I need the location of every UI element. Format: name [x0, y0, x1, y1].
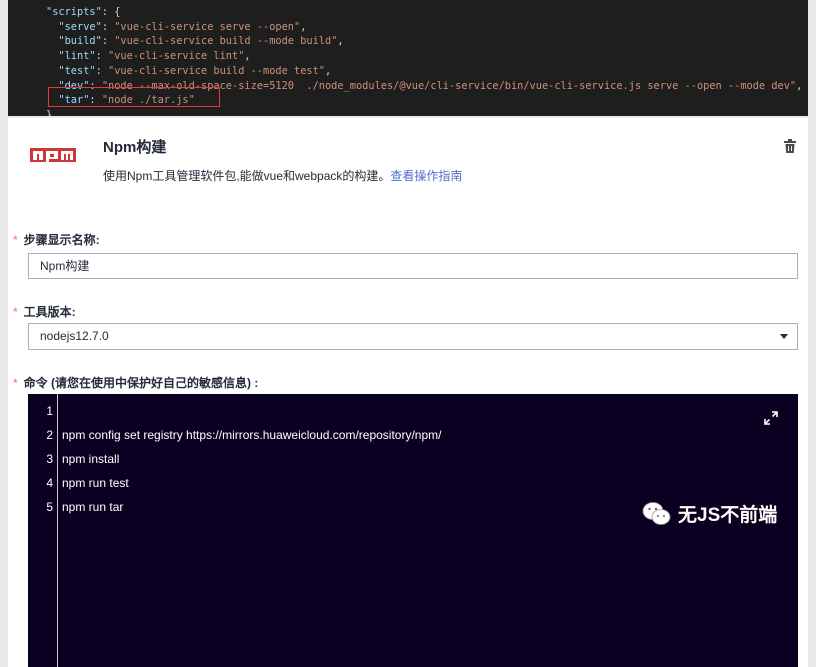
- json-value: "vue-cli-service build --mode build": [114, 35, 338, 48]
- code-snippet-line: "build": "vue-cli-service build --mode b…: [58, 35, 344, 48]
- required-mark: *: [13, 376, 18, 390]
- command-label: * 命令 (请您在使用中保护好自己的敏感信息) :: [13, 376, 259, 390]
- code-snippet-line: "lint": "vue-cli-service lint",: [58, 50, 251, 63]
- step-name-input[interactable]: Npm构建: [28, 253, 798, 279]
- npm-build-step-card: Npm构建 使用Npm工具管理软件包,能做vue和webpack的构建。查看操作…: [8, 118, 808, 667]
- json-value: "vue-cli-service lint": [108, 50, 245, 63]
- json-key: "serve": [58, 20, 102, 33]
- code-line[interactable]: npm run tar: [62, 500, 123, 514]
- code-snippet-line: "scripts": {: [46, 6, 121, 18]
- code-snippet-line: "serve": "vue-cli-service serve --open",: [58, 20, 307, 33]
- line-number: 5: [46, 500, 53, 514]
- step-description: 使用Npm工具管理软件包,能做vue和webpack的构建。查看操作指南: [103, 167, 462, 184]
- package-json-snippet: "scripts": { "serve": "vue-cli-service s…: [8, 0, 808, 116]
- json-value: "vue-cli-service serve --open": [114, 20, 301, 33]
- watermark-text: 无JS不前端: [678, 505, 778, 526]
- json-value: }: [46, 108, 53, 116]
- step-title: Npm构建: [103, 139, 167, 156]
- wechat-icon: [642, 501, 671, 525]
- guide-link[interactable]: 查看操作指南: [390, 169, 462, 183]
- tool-version-select[interactable]: nodejs12.7.0: [28, 323, 798, 350]
- code-snippet-line: }: [46, 108, 808, 116]
- json-key: "scripts": [46, 6, 102, 18]
- tar-highlight-box: [48, 87, 220, 107]
- line-number-gutter: 1 2 3 4 5: [28, 394, 58, 667]
- code-line[interactable]: npm install: [62, 452, 119, 466]
- line-number: 3: [46, 452, 53, 466]
- line-number: 2: [46, 428, 53, 442]
- line-number: 4: [46, 476, 53, 490]
- code-line[interactable]: npm run test: [62, 476, 129, 490]
- tool-version-value: nodejs12.7.0: [40, 329, 109, 343]
- required-mark: *: [13, 305, 18, 319]
- json-key: "lint": [58, 50, 96, 63]
- line-number: 1: [46, 404, 53, 418]
- required-mark: *: [13, 233, 18, 247]
- version-label: * 工具版本:: [13, 305, 76, 319]
- trash-icon[interactable]: [782, 138, 798, 154]
- npm-logo-icon: [30, 148, 76, 162]
- watermark: 无JS不前端: [642, 500, 777, 527]
- json-value: {: [114, 6, 121, 18]
- json-key: "build": [58, 35, 102, 48]
- name-label: * 步骤显示名称:: [13, 233, 100, 247]
- step-description-text: 使用Npm工具管理软件包,能做vue和webpack的构建。: [103, 169, 391, 183]
- json-key: "test": [58, 64, 96, 77]
- code-snippet-line: "test": "vue-cli-service build --mode te…: [58, 64, 332, 77]
- json-value: "vue-cli-service build --mode test": [108, 64, 325, 77]
- code-line[interactable]: npm config set registry https://mirrors.…: [62, 428, 441, 442]
- chevron-down-icon: [780, 334, 788, 339]
- expand-icon[interactable]: [763, 410, 779, 426]
- command-editor[interactable]: 1 2 3 4 5 npm config set registry https:…: [28, 394, 798, 667]
